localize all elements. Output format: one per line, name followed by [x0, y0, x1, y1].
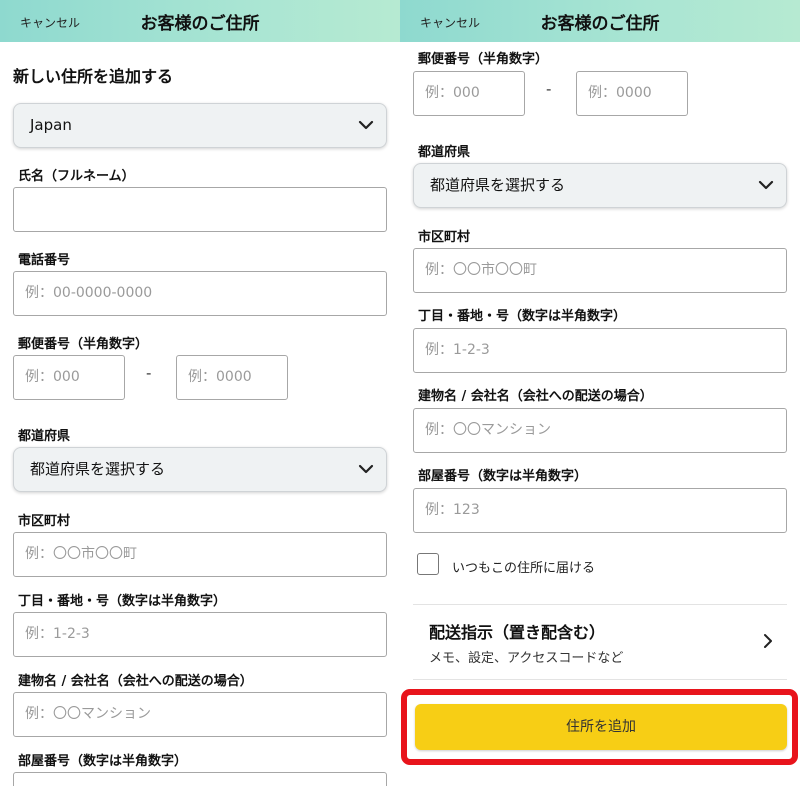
building-label: 建物名 / 会社名（会社への配送の場合） — [18, 674, 253, 689]
country-select[interactable]: Japan — [13, 103, 387, 148]
postal-separator: - — [146, 364, 152, 382]
postal-label: 郵便番号（半角数字） — [18, 337, 149, 352]
default-address-label: いつもこの住所に届ける — [452, 561, 596, 576]
default-address-checkbox[interactable] — [417, 553, 439, 575]
postal-code-first-field[interactable]: 例：000 — [13, 355, 125, 400]
building-field[interactable]: 例：〇〇マンション — [13, 692, 387, 737]
city-field[interactable]: 例：〇〇市〇〇町 — [413, 248, 787, 293]
prefecture-select[interactable]: 都道府県を選択する — [13, 447, 387, 492]
room-field[interactable] — [13, 772, 387, 786]
delivery-instructions-subtitle: メモ、設定、アクセスコードなど — [429, 651, 624, 666]
phone-field[interactable]: 例：00-0000-0000 — [13, 271, 387, 316]
chevron-down-icon — [758, 180, 774, 190]
postal-code-second-field[interactable]: 例：0000 — [576, 71, 688, 116]
prefecture-select[interactable]: 都道府県を選択する — [413, 163, 787, 208]
street-label: 丁目・番地・号（数字は半角数字） — [418, 309, 627, 324]
postal-separator: - — [546, 80, 552, 98]
chevron-down-icon — [358, 120, 374, 130]
room-label: 部屋番号（数字は半角数字） — [418, 469, 588, 484]
header-bar: キャンセル お客様のご住所 — [400, 0, 800, 42]
building-field[interactable]: 例：〇〇マンション — [413, 408, 787, 453]
city-label: 市区町村 — [418, 230, 471, 245]
street-label: 丁目・番地・号（数字は半角数字） — [18, 594, 227, 609]
prefecture-select-value: 都道府県を選択する — [30, 460, 166, 478]
street-field[interactable]: 例：1-2-3 — [413, 328, 787, 373]
postal-label: 郵便番号（半角数字） — [418, 52, 549, 67]
delivery-instructions-title: 配送指示（置き配含む） — [429, 623, 606, 642]
chevron-right-icon — [764, 634, 772, 648]
room-field[interactable]: 例：123 — [413, 488, 787, 533]
postal-code-first-field[interactable]: 例：000 — [413, 71, 525, 116]
postal-code-second-field[interactable]: 例：0000 — [176, 355, 288, 400]
page-title: お客様のご住所 — [140, 14, 260, 34]
city-label: 市区町村 — [18, 514, 71, 529]
phone-label: 電話番号 — [18, 253, 71, 268]
divider — [413, 679, 787, 680]
chevron-down-icon — [358, 464, 374, 474]
full-name-field[interactable] — [13, 187, 387, 232]
add-address-button[interactable]: 住所を追加 — [415, 704, 787, 750]
prefecture-select-value: 都道府県を選択する — [430, 176, 566, 194]
prefecture-label: 都道府県 — [18, 429, 71, 444]
delivery-instructions-row[interactable]: 配送指示（置き配含む） メモ、設定、アクセスコードなど — [413, 605, 787, 679]
section-title: 新しい住所を追加する — [13, 67, 174, 86]
room-label: 部屋番号（数字は半角数字） — [18, 754, 188, 769]
prefecture-label: 都道府県 — [418, 145, 471, 160]
header-bar: キャンセル お客様のご住所 — [0, 0, 400, 42]
city-field[interactable]: 例：〇〇市〇〇町 — [13, 532, 387, 577]
street-field[interactable]: 例：1-2-3 — [13, 612, 387, 657]
country-select-value: Japan — [30, 116, 72, 134]
name-label: 氏名（フルネーム） — [18, 169, 135, 184]
address-form-screen-bottom: キャンセル お客様のご住所 郵便番号（半角数字） 例：000 - 例：0000 … — [400, 0, 800, 786]
address-form-screen-top: キャンセル お客様のご住所 新しい住所を追加する Japan 氏名（フルネーム）… — [0, 0, 400, 786]
building-label: 建物名 / 会社名（会社への配送の場合） — [418, 389, 653, 404]
page-title: お客様のご住所 — [540, 14, 660, 34]
